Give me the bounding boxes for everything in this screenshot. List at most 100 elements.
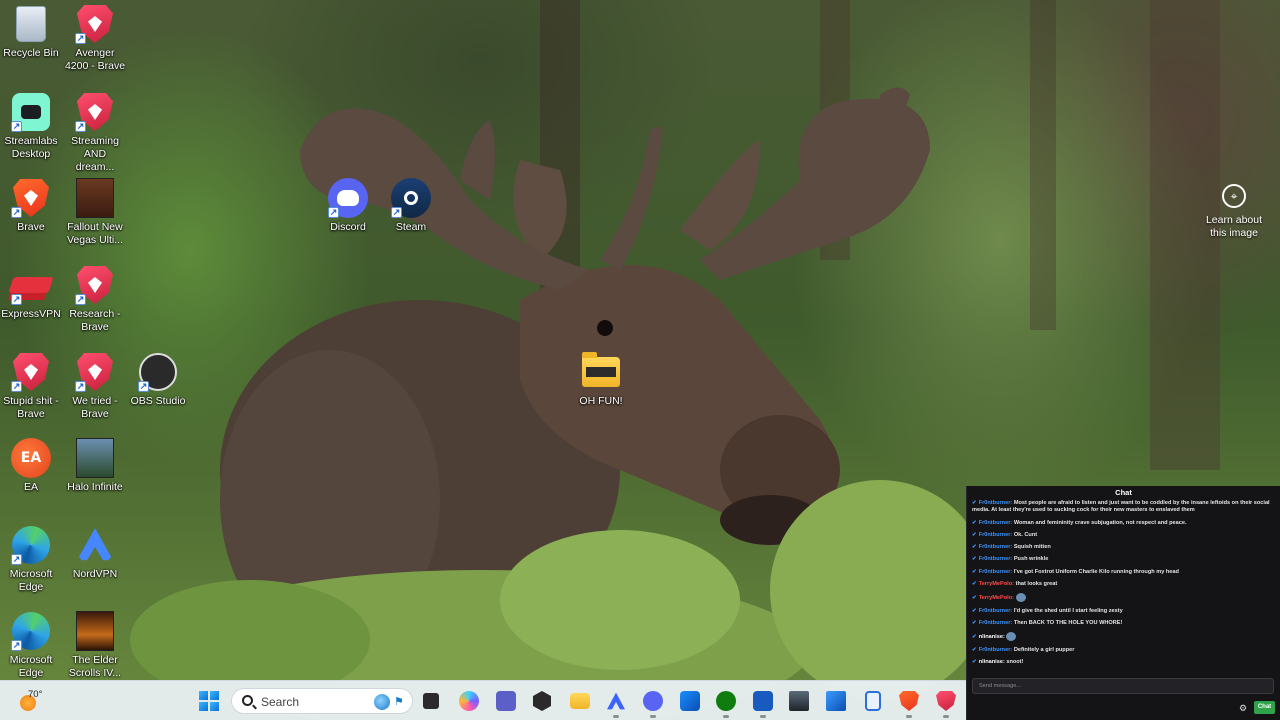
notepad-button[interactable] [861, 689, 885, 713]
brave-alt-taskbar-button[interactable] [934, 689, 958, 718]
desktop-icon-label: OBS Studio [130, 395, 186, 407]
shortcut-arrow-icon: ↗ [11, 640, 22, 651]
chat-message-text: Ok. Cunt [1013, 531, 1038, 538]
chat-emote-icon [1006, 632, 1017, 642]
weather-widget[interactable]: 70° [18, 689, 58, 715]
desktop-icon-fallout[interactable]: Fallout New Vegas Ulti... [64, 178, 126, 247]
chat-username[interactable]: Fr0ntburner [979, 520, 1011, 526]
desktop-icon-ea[interactable]: EA EA [0, 438, 62, 494]
hex-app-button[interactable] [530, 689, 554, 713]
desktop-icon-steam[interactable]: ↗ Steam [380, 178, 442, 234]
xbox-button[interactable] [714, 689, 738, 718]
chat-send-button[interactable]: Chat [1254, 701, 1275, 714]
brave-taskbar-button[interactable] [897, 689, 921, 718]
chat-message: ✔ Fr0ntburner: Ok. Cunt [972, 531, 1038, 538]
xbox-icon [716, 691, 736, 711]
teams-button[interactable] [494, 689, 518, 713]
desktop-icon-discord[interactable]: ↗ Discord [317, 178, 379, 234]
desktop-icon-label: Brave [17, 221, 45, 233]
shortcut-arrow-icon: ↗ [75, 294, 86, 305]
search-highlight-figure-icon: ⚑ [394, 696, 404, 708]
folder-icon [570, 693, 590, 709]
chat-message-text: I'd give the shed until I start feeling … [1013, 607, 1123, 614]
chat-message-text: Most people are afraid to listen and jus… [972, 500, 1270, 514]
verified-badge-icon: ✔ [972, 634, 977, 641]
desktop-icon-elder-scrolls[interactable]: The Elder Scrolls IV... [64, 611, 126, 680]
learn-about-image[interactable]: ⌖ Learn about this image [1198, 184, 1270, 240]
desktop-icon-label: Streaming AND dream... [71, 135, 119, 173]
desktop-icon-edge[interactable]: ↗ Microsoft Edge [0, 525, 62, 594]
chat-message: ✔ Fr0ntburner: Squish mitten [972, 544, 1051, 551]
chat-message: ✔ TerryMePolo: that looks great [972, 581, 1058, 588]
chat-message-list[interactable]: ✔ Fr0ntburner: Most people are afraid to … [972, 500, 1274, 666]
desktop-icon-stupid-brave[interactable]: ↗ Stupid shit - Brave [0, 352, 62, 421]
task-view-button[interactable] [419, 689, 443, 713]
desktop-icon-label: We tried - Brave [72, 395, 118, 420]
desktop-icon-expressvpn[interactable]: ↗ ExpressVPN [0, 265, 62, 321]
chat-username[interactable]: nlinanise [979, 634, 1003, 640]
arc-app-icon [607, 692, 625, 710]
folder-icon [581, 352, 621, 392]
chat-username[interactable]: Fr0ntburner [979, 556, 1011, 562]
brave-browser-icon [899, 691, 919, 711]
azure-app-button[interactable] [824, 689, 848, 713]
desktop-icon-obs[interactable]: ↗ OBS Studio [127, 352, 189, 408]
steam-icon: ↗ [391, 178, 431, 218]
search-highlight-globe-icon [374, 694, 390, 710]
desktop-icon-label: Microsoft Edge [9, 568, 53, 593]
desktop-icon-halo[interactable]: Halo Infinite [64, 438, 126, 494]
desktop-icon-recycle-bin[interactable]: Recycle Bin [0, 4, 62, 60]
recycle-bin-icon [11, 4, 51, 44]
game-app-button[interactable] [787, 689, 811, 713]
gear-icon[interactable]: ⚙ [1239, 703, 1247, 714]
shortcut-arrow-icon: ↗ [75, 121, 86, 132]
discord-taskbar-button[interactable] [641, 689, 665, 718]
file-explorer-button[interactable] [568, 689, 592, 713]
desktop-icon-label: Stupid shit - Brave [3, 395, 59, 420]
desktop-icon-avenger-brave[interactable]: ↗ Avenger 4200 - Brave [64, 4, 126, 73]
desktop-icon-nordvpn[interactable]: NordVPN [64, 525, 126, 581]
microsoft-store-button[interactable] [678, 689, 702, 713]
chat-username[interactable]: Fr0ntburner [979, 647, 1011, 653]
chat-username[interactable]: Fr0ntburner [979, 620, 1011, 626]
desktop-icon-label: Streamlabs Desktop [4, 135, 58, 160]
desktop-icon-folder-ohfun[interactable]: OH FUN! [570, 352, 632, 408]
brave-browser-icon: ↗ [75, 265, 115, 305]
desktop-icon-brave[interactable]: ↗ Brave [0, 178, 62, 234]
chat-message-input[interactable]: Send message... [972, 678, 1274, 694]
chat-username[interactable]: Fr0ntburner [979, 500, 1011, 506]
task-view-icon [423, 693, 439, 709]
chat-message-text: Squish mitten [1013, 544, 1051, 551]
desktop-icon-streamlabs[interactable]: ↗ Streamlabs Desktop [0, 92, 62, 161]
taskbar-search[interactable]: Search ⚑ [231, 688, 413, 714]
desktop-icon-edge-2[interactable]: ↗ Microsoft Edge [0, 611, 62, 680]
chat-username[interactable]: TerryMePolo [979, 581, 1012, 587]
copilot-button[interactable] [457, 689, 481, 713]
desktop-icon-wetried-brave[interactable]: ↗ We tried - Brave [64, 352, 126, 421]
chat-username[interactable]: Fr0ntburner [979, 608, 1011, 614]
start-button[interactable] [197, 689, 221, 713]
desktop-icon-research-brave[interactable]: ↗ Research - Brave [64, 265, 126, 334]
chat-username[interactable]: Fr0ntburner [979, 544, 1011, 550]
chat-username[interactable]: Fr0ntburner [979, 532, 1011, 538]
fallout-game-icon [75, 178, 115, 218]
desktop-icon-label: Research - Brave [69, 308, 121, 333]
word-icon [753, 691, 773, 711]
notepad-icon [865, 691, 881, 711]
edge-browser-icon: ↗ [11, 611, 51, 651]
desktop-icon-label: Recycle Bin [3, 47, 59, 59]
desktop-icon-label: EA [23, 481, 38, 493]
word-button[interactable] [751, 689, 775, 718]
running-indicator [613, 715, 619, 718]
nordvpn-icon [75, 525, 115, 565]
chat-message: ✔ Fr0ntburner: Push wrinkle [972, 556, 1049, 563]
running-indicator [943, 715, 949, 718]
chat-username[interactable]: nlinanise [979, 659, 1003, 665]
arc-app-button[interactable] [604, 689, 628, 718]
chat-username[interactable]: TerryMePolo [979, 595, 1012, 601]
brave-browser-icon: ↗ [11, 178, 51, 218]
desktop-icon-streaming-brave[interactable]: ↗ Streaming AND dream... [64, 92, 126, 174]
shortcut-arrow-icon: ↗ [11, 294, 22, 305]
chat-username[interactable]: Fr0ntburner [979, 569, 1011, 575]
discord-icon: ↗ [328, 178, 368, 218]
